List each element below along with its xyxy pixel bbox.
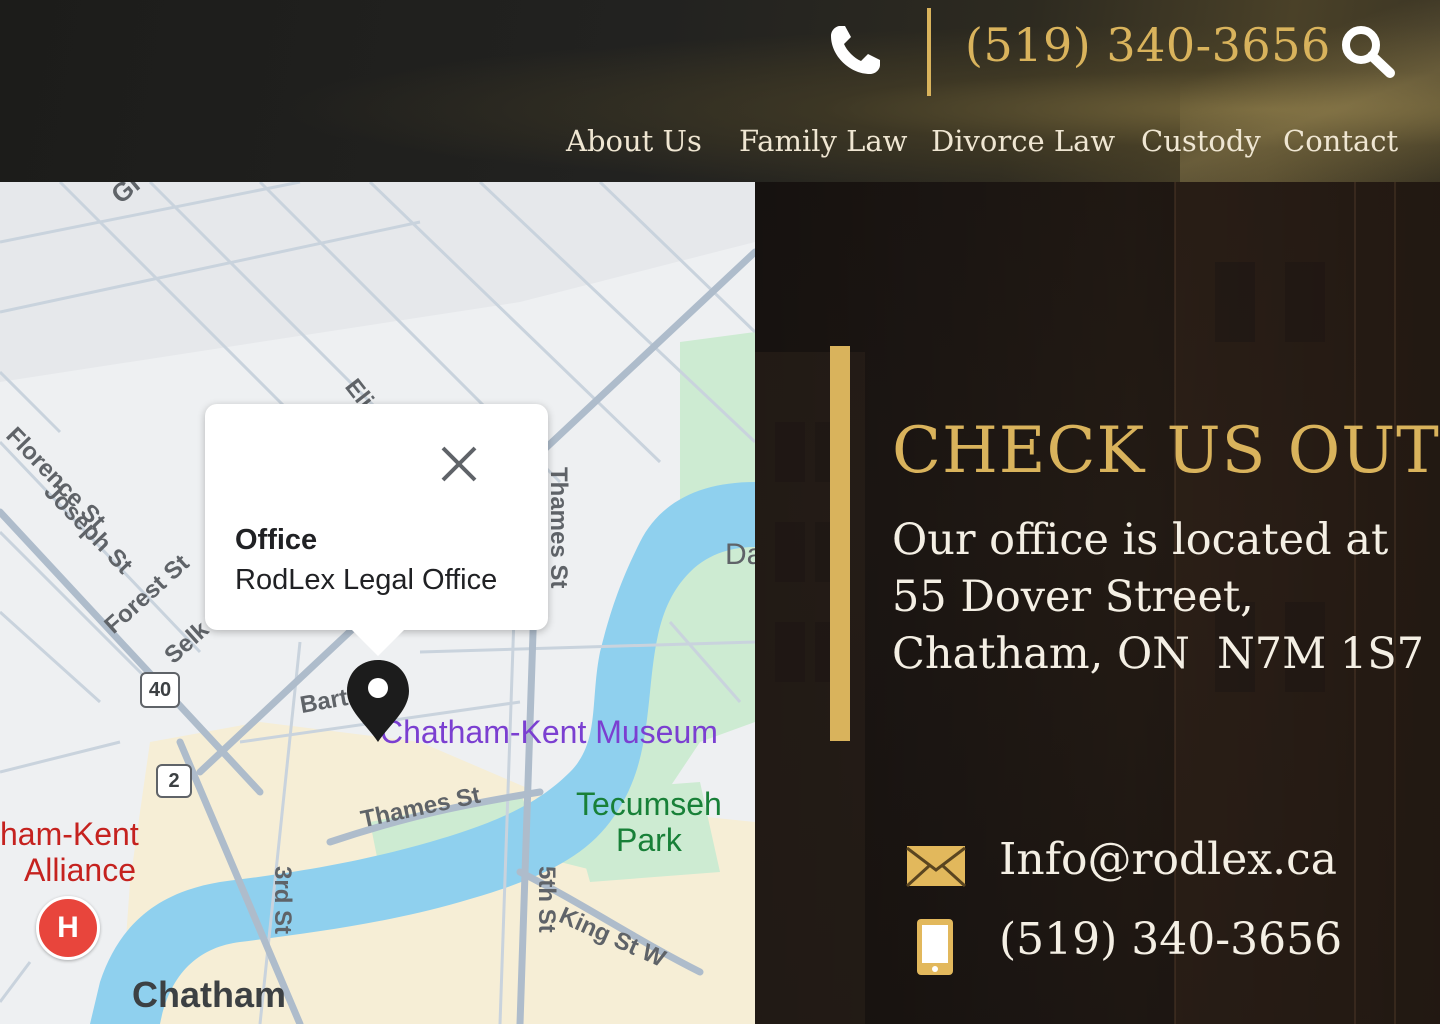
accent-bar xyxy=(830,346,850,741)
map-label-5th-st: 5th St xyxy=(533,866,560,933)
map-label-da: Da xyxy=(725,538,755,571)
location-map[interactable]: Gl Eli Florence St Joseph St Forest St S… xyxy=(0,182,755,1024)
main-navigation: About Us Family Law Divorce Law Custody … xyxy=(0,124,1440,168)
popup-subtitle: RodLex Legal Office xyxy=(235,564,498,596)
check-us-out-heading: CHECK US OUT xyxy=(892,414,1440,488)
mail-icon xyxy=(905,846,967,888)
office-email-link[interactable]: Info@rodlex.ca xyxy=(999,834,1337,885)
route-2-shield: 2 xyxy=(156,764,192,798)
header-phone-number[interactable]: (519) 340-3656 xyxy=(965,18,1331,72)
map-label-tecumseh-park: Tecumseh Park xyxy=(576,786,722,858)
map-label-chatham-kent-museum: Chatham-Kent Museum xyxy=(380,714,718,750)
phone-icon[interactable] xyxy=(826,22,884,78)
route-2-label: 2 xyxy=(168,770,180,792)
mobile-phone-icon xyxy=(917,919,953,975)
map-label-alliance: ham-Kent Alliance xyxy=(0,816,139,888)
route-40-label: 40 xyxy=(148,679,172,701)
nav-about-us[interactable]: About Us xyxy=(566,124,702,158)
nav-family-law[interactable]: Family Law xyxy=(739,124,907,158)
office-address: Our office is located at 55 Dover Street,… xyxy=(892,512,1424,683)
site-header: (519) 340-3656 About Us Family Law Divor… xyxy=(0,0,1440,182)
address-line-1: Our office is located at xyxy=(892,515,1389,565)
map-label-3rd-st: 3rd St xyxy=(269,866,296,935)
nav-custody[interactable]: Custody xyxy=(1141,124,1261,158)
nav-divorce-law[interactable]: Divorce Law xyxy=(931,124,1115,158)
hospital-label: H xyxy=(57,911,79,944)
header-divider xyxy=(927,8,931,96)
address-line-2: 55 Dover Street, xyxy=(892,572,1254,622)
map-label-thames-st-vertical: Thames St xyxy=(545,467,572,589)
map-label-chatham: Chatham xyxy=(132,974,287,1015)
hospital-icon[interactable]: H xyxy=(36,896,100,960)
map-info-popup: Office RodLex Legal Office xyxy=(205,404,548,656)
route-40-shield: 40 xyxy=(140,672,180,708)
close-icon[interactable] xyxy=(435,440,483,488)
office-info-panel: CHECK US OUT Our office is located at 55 … xyxy=(755,182,1440,1024)
location-pin-icon[interactable] xyxy=(344,658,412,744)
office-phone-link[interactable]: (519) 340-3656 xyxy=(999,914,1342,965)
nav-contact[interactable]: Contact xyxy=(1283,124,1398,158)
popup-title: Office xyxy=(235,524,318,556)
search-icon[interactable] xyxy=(1338,22,1396,78)
address-line-3: Chatham, ON N7M 1S7 xyxy=(892,629,1425,679)
